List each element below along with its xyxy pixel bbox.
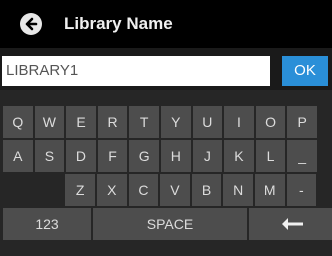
key-p[interactable]: P <box>287 106 317 138</box>
numbers-key[interactable]: 123 <box>3 208 91 240</box>
key-r[interactable]: R <box>97 106 128 138</box>
key-b[interactable]: B <box>191 174 222 206</box>
ok-button[interactable]: OK <box>282 56 328 86</box>
key-u[interactable]: U <box>192 106 223 138</box>
keyboard-row-2: A S D F G H J K L _ <box>3 140 317 172</box>
key-w[interactable]: W <box>34 106 65 138</box>
key-x[interactable]: X <box>96 174 127 206</box>
key-underscore[interactable]: _ <box>287 140 317 172</box>
key-y[interactable]: Y <box>160 106 191 138</box>
library-name-input[interactable]: LIBRARY1 <box>2 56 270 86</box>
key-q[interactable]: Q <box>3 106 33 138</box>
key-f[interactable]: F <box>97 140 128 172</box>
header-bar: Library Name <box>0 0 332 48</box>
library-name-screen: Library Name LIBRARY1 OK Q W E R T Y U I… <box>0 0 332 256</box>
row3-left-spacer <box>3 174 63 206</box>
page-title: Library Name <box>64 14 173 33</box>
space-key[interactable]: SPACE <box>93 208 247 240</box>
key-d[interactable]: D <box>66 140 96 172</box>
key-e[interactable]: E <box>66 106 96 138</box>
input-row: LIBRARY1 OK <box>0 56 332 86</box>
back-button[interactable] <box>20 13 42 35</box>
key-v[interactable]: V <box>160 174 190 206</box>
backspace-arrow-icon <box>282 218 303 230</box>
key-n[interactable]: N <box>223 174 253 206</box>
key-g[interactable]: G <box>129 140 159 172</box>
key-z[interactable]: Z <box>65 174 95 206</box>
keyboard-row-4: 123 SPACE <box>3 208 332 240</box>
backspace-key[interactable] <box>249 208 332 240</box>
key-l[interactable]: L <box>255 140 286 172</box>
key-h[interactable]: H <box>160 140 191 172</box>
key-c[interactable]: C <box>128 174 159 206</box>
on-screen-keyboard: Q W E R T Y U I O P A S D F G H J K L _ … <box>0 90 332 256</box>
key-j[interactable]: J <box>192 140 223 172</box>
keyboard-row-1: Q W E R T Y U I O P <box>3 106 317 138</box>
key-i[interactable]: I <box>224 106 254 138</box>
key-k[interactable]: K <box>224 140 254 172</box>
key-m[interactable]: M <box>254 174 285 206</box>
back-arrow-icon <box>25 17 38 31</box>
key-o[interactable]: O <box>255 106 286 138</box>
key-a[interactable]: A <box>3 140 33 172</box>
key-dash[interactable]: - <box>286 174 317 206</box>
key-s[interactable]: S <box>34 140 65 172</box>
keyboard-row-3: Z X C V B N M - <box>3 174 317 206</box>
key-t[interactable]: T <box>129 106 159 138</box>
